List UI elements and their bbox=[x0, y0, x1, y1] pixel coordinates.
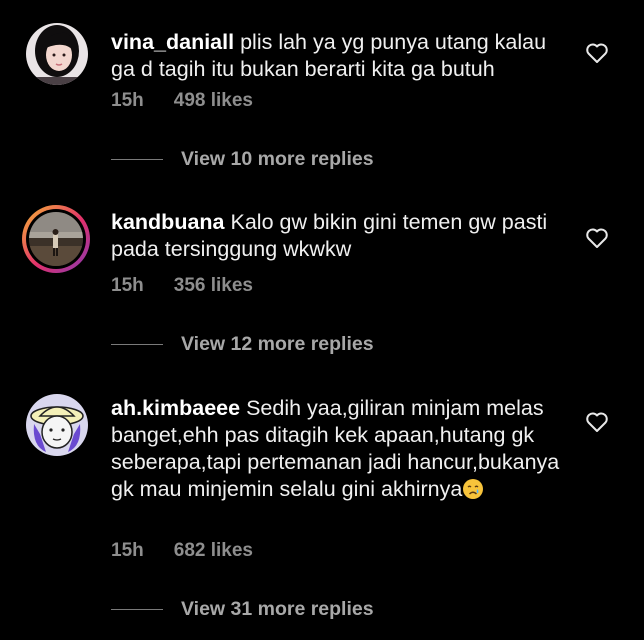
view-replies-button[interactable]: View 12 more replies bbox=[111, 333, 374, 356]
comment-username[interactable]: kandbuana bbox=[111, 210, 225, 234]
view-replies-button[interactable]: View 10 more replies bbox=[111, 148, 374, 171]
comment-text: kandbuana Kalo gw bikin gini temen gw pas… bbox=[111, 209, 571, 263]
comment-time: 15h bbox=[111, 275, 144, 296]
avatar[interactable] bbox=[29, 212, 83, 266]
comment-meta: 15h 682 likes bbox=[111, 540, 253, 562]
comment-username[interactable]: ah.kimbaeee bbox=[111, 396, 240, 420]
comment-likes[interactable]: 682 likes bbox=[174, 540, 253, 561]
heart-icon[interactable] bbox=[585, 227, 609, 249]
avatar[interactable] bbox=[26, 394, 88, 456]
comment-text: vina_daniall plis lah ya yg punya utang k… bbox=[111, 29, 571, 83]
comment-username[interactable]: vina_daniall bbox=[111, 30, 234, 54]
comment-likes[interactable]: 356 likes bbox=[174, 275, 253, 296]
comment-time: 15h bbox=[111, 90, 144, 111]
comment-meta: 15h 356 likes bbox=[111, 275, 253, 297]
comment-meta: 15h 498 likes bbox=[111, 90, 253, 112]
comment-time: 15h bbox=[111, 540, 144, 561]
replies-divider bbox=[111, 344, 163, 345]
view-replies-label[interactable]: View 12 more replies bbox=[181, 333, 374, 356]
heart-icon[interactable] bbox=[585, 411, 609, 433]
avatar-story-ring[interactable] bbox=[22, 205, 90, 273]
replies-divider bbox=[111, 159, 163, 160]
heart-icon[interactable] bbox=[585, 42, 609, 64]
comment-text: ah.kimbaeee Sedih yaa,giliran minjam mela… bbox=[111, 395, 571, 503]
comment-likes[interactable]: 498 likes bbox=[174, 90, 253, 111]
avatar[interactable] bbox=[26, 23, 88, 85]
replies-divider bbox=[111, 609, 163, 610]
view-replies-label[interactable]: View 31 more replies bbox=[181, 598, 374, 621]
view-replies-button[interactable]: View 31 more replies bbox=[111, 598, 374, 621]
crying-face-icon bbox=[462, 478, 484, 500]
view-replies-label[interactable]: View 10 more replies bbox=[181, 148, 374, 171]
